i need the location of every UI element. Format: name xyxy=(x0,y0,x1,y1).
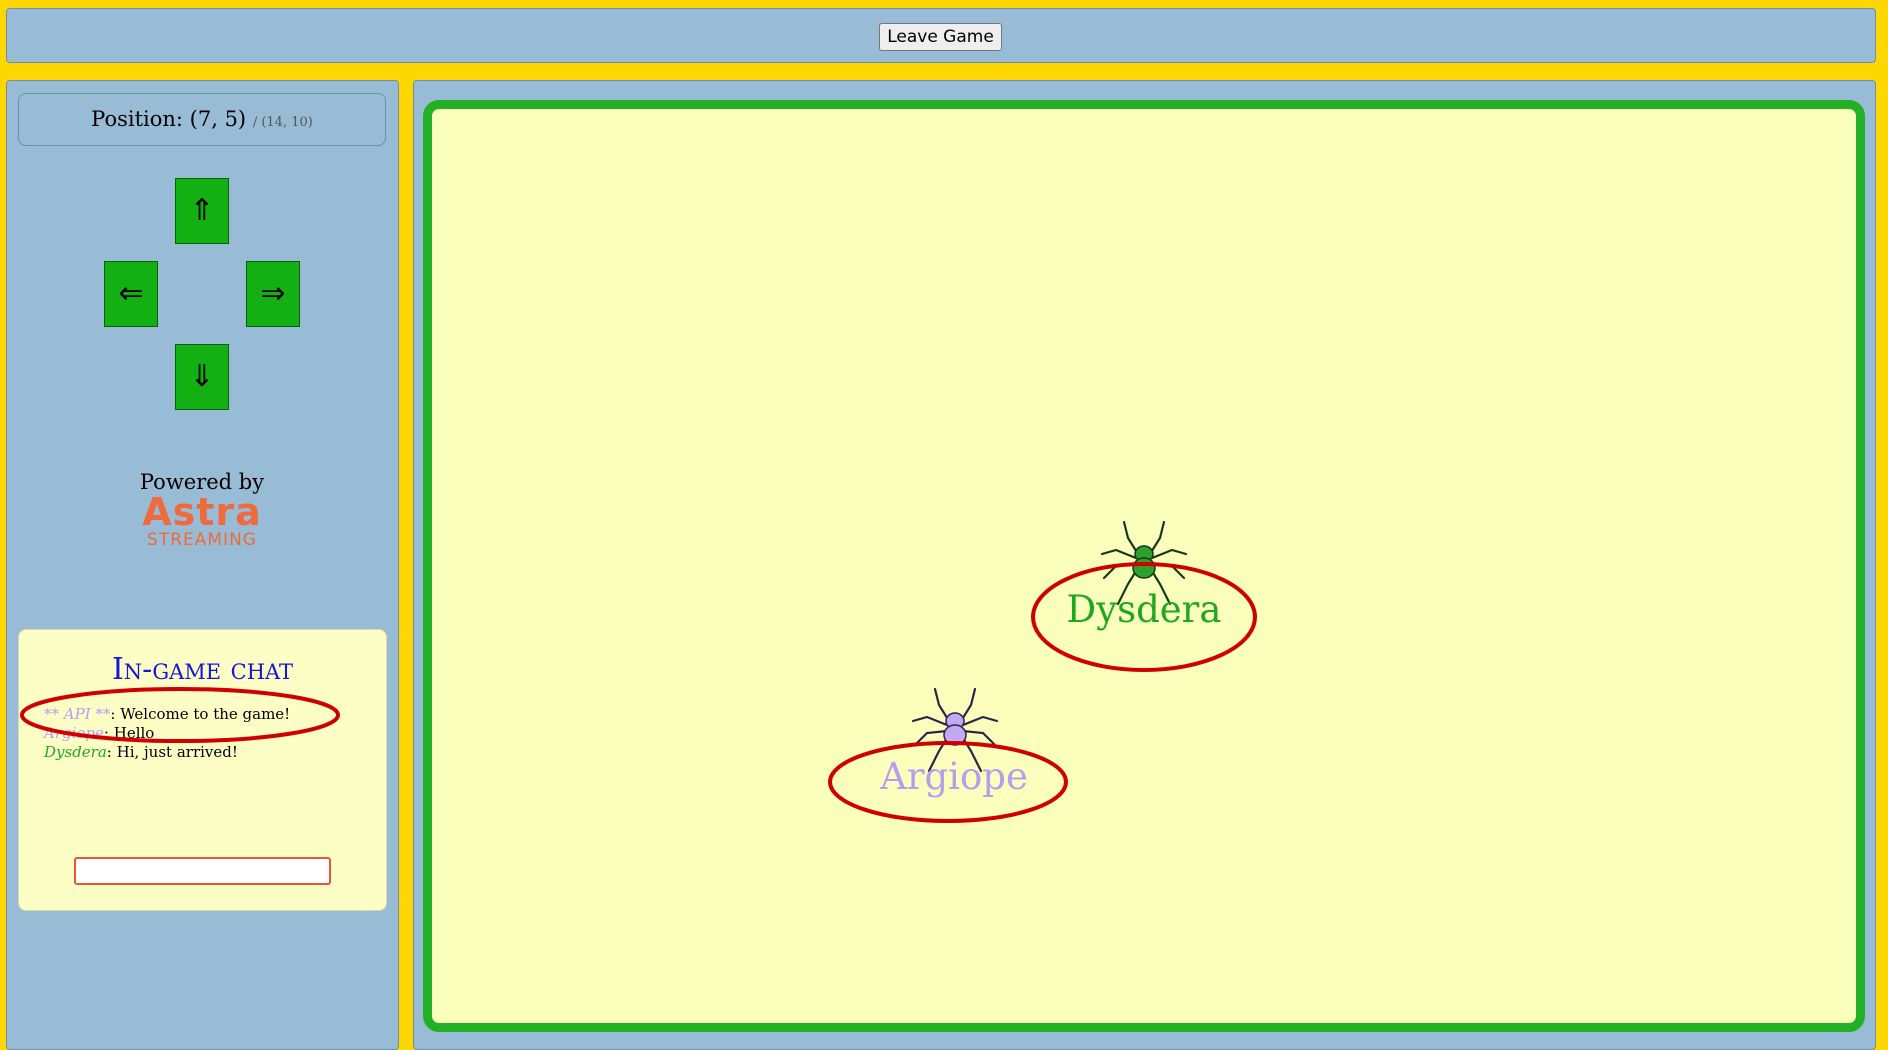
move-right-button[interactable]: ⇒ xyxy=(246,261,300,327)
move-up-button[interactable]: ⇑ xyxy=(175,178,229,244)
chat-message: ** API **: Welcome to the game! xyxy=(44,705,290,724)
chat-author: Argiope xyxy=(44,724,104,742)
position-display: Position: (7, 5) / (14, 10) xyxy=(18,93,386,146)
chat-text: : Hi, just arrived! xyxy=(106,743,238,761)
chat-message: Argiope: Hello xyxy=(44,724,290,743)
position-max: / (14, 10) xyxy=(252,115,313,130)
move-left-button[interactable]: ⇐ xyxy=(104,261,158,327)
chat-text: : Hello xyxy=(103,724,155,742)
player-label-argiope: Argiope xyxy=(880,755,1028,798)
leave-game-button[interactable]: Leave Game xyxy=(879,23,1002,51)
chat-message: Dysdera: Hi, just arrived! xyxy=(44,743,290,762)
logo-sub: STREAMING xyxy=(147,530,257,550)
astra-streaming-logo: Astra STREAMING xyxy=(122,493,282,549)
chat-title: In-game chat xyxy=(111,652,294,687)
chat-text: : Welcome to the game! xyxy=(110,705,291,723)
chat-author: Dysdera xyxy=(44,743,107,761)
position-label: Position: (7, 5) xyxy=(91,107,247,131)
chat-messages: ** API **: Welcome to the game! Argiope:… xyxy=(44,705,290,762)
logo-word: Astra xyxy=(142,490,262,534)
chat-author: ** API ** xyxy=(44,705,111,723)
move-down-button[interactable]: ⇓ xyxy=(175,344,229,410)
chat-input[interactable] xyxy=(74,857,331,885)
player-label-dysdera: Dysdera xyxy=(1066,588,1222,631)
